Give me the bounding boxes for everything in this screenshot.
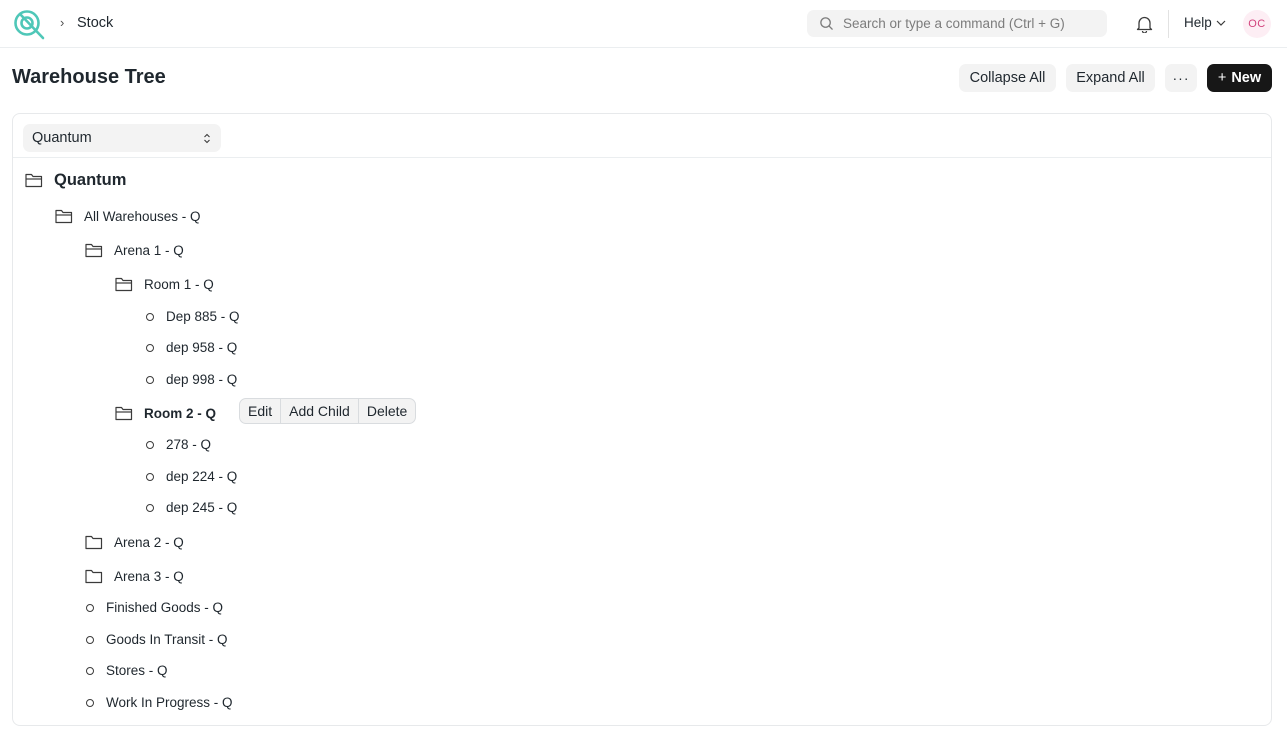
tree-node-room-1[interactable]: Room 1 - Q (115, 276, 225, 298)
tree-node-label: Stores - Q (106, 663, 168, 678)
delete-node-button[interactable]: Delete (357, 399, 415, 423)
tree-node-label: dep 998 - Q (166, 372, 238, 387)
leaf-bullet-icon (146, 344, 154, 352)
leaf-bullet-icon (146, 473, 154, 481)
leaf-bullet-icon (146, 441, 154, 449)
tree-node-label: Work In Progress - Q (106, 695, 233, 710)
tree-node-label: 278 - Q (166, 437, 212, 452)
folder-open-icon (25, 173, 43, 188)
plus-icon: + (1217, 70, 1227, 86)
tree-node-label: Arena 1 - Q (114, 243, 184, 258)
tree-node-label: Goods In Transit - Q (106, 632, 228, 647)
leaf-bullet-icon (86, 636, 94, 644)
tree-node-arena-1[interactable]: Arena 1 - Q (85, 242, 195, 264)
search-icon (820, 17, 833, 30)
leaf-bullet-icon (146, 376, 154, 384)
notification-bell-icon[interactable] (1136, 15, 1153, 33)
add-child-button[interactable]: Add Child (280, 399, 358, 423)
tree-node-dep-885[interactable]: Dep 885 - Q (145, 309, 255, 331)
leaf-bullet-icon (86, 667, 94, 675)
tree-node-label: dep 224 - Q (166, 469, 238, 484)
tree-node-stores[interactable]: Stores - Q (85, 663, 205, 685)
tree-node-label: dep 958 - Q (166, 340, 238, 355)
tree-node-finished-goods[interactable]: Finished Goods - Q (85, 600, 245, 622)
tree-node-label: All Warehouses - Q (84, 209, 201, 224)
tree-node-label: Arena 3 - Q (114, 569, 184, 584)
tree-filter-bar: Quantum (13, 114, 1271, 158)
folder-open-icon (55, 209, 73, 224)
tree-node-work-in-progress[interactable]: Work In Progress - Q (85, 695, 255, 717)
app-logo-icon[interactable] (12, 8, 48, 40)
breadcrumb-stock[interactable]: Stock (77, 15, 113, 31)
company-select[interactable]: Quantum (23, 124, 221, 152)
avatar[interactable]: OC (1243, 10, 1271, 38)
tree-node-label: Room 1 - Q (144, 277, 214, 292)
tree-node-label: Room 2 - Q (144, 406, 217, 421)
folder-open-icon (115, 406, 133, 421)
more-actions-button[interactable]: ··· (1165, 64, 1197, 92)
edit-node-button[interactable]: Edit (240, 399, 280, 423)
search-bar[interactable] (807, 10, 1107, 37)
new-button[interactable]: + New (1207, 64, 1272, 92)
tree-node-dep-958[interactable]: dep 958 - Q (145, 340, 255, 362)
navbar: › Stock Help OC (0, 0, 1287, 48)
company-select-value: Quantum (32, 130, 92, 146)
folder-open-icon (85, 243, 103, 258)
leaf-bullet-icon (86, 604, 94, 612)
tree-node-room-2[interactable]: Room 2 - Q (115, 405, 225, 427)
page-title: Warehouse Tree (12, 66, 166, 88)
leaf-bullet-icon (146, 313, 154, 321)
folder-closed-icon (85, 535, 103, 550)
collapse-all-button[interactable]: Collapse All (959, 64, 1056, 92)
tree-node-label: dep 245 - Q (166, 500, 238, 515)
expand-all-button[interactable]: Expand All (1066, 64, 1155, 92)
node-action-group: Edit Add Child Delete (239, 398, 417, 424)
tree-node-label: Finished Goods - Q (106, 600, 224, 615)
help-menu[interactable]: Help (1184, 15, 1212, 30)
tree-node-quantum[interactable]: Quantum (25, 171, 145, 194)
tree-node-arena-2[interactable]: Arena 2 - Q (85, 534, 195, 556)
chevron-down-icon[interactable] (1216, 19, 1226, 27)
search-input[interactable] (843, 10, 1101, 37)
folder-open-icon (115, 277, 133, 292)
new-button-label: New (1231, 70, 1262, 86)
select-arrows-icon (204, 133, 210, 144)
tree-node-dep-245[interactable]: dep 245 - Q (145, 500, 255, 522)
tree-node-label: Dep 885 - Q (166, 309, 240, 324)
tree-node-dep-998[interactable]: dep 998 - Q (145, 372, 255, 394)
leaf-bullet-icon (146, 504, 154, 512)
tree-node-all-warehouses[interactable]: All Warehouses - Q (55, 208, 215, 230)
leaf-bullet-icon (86, 699, 94, 707)
folder-closed-icon (85, 569, 103, 584)
tree-node-label: Quantum (54, 171, 127, 189)
tree-node-dep-224[interactable]: dep 224 - Q (145, 469, 255, 491)
tree-node-278[interactable]: 278 - Q (145, 437, 255, 459)
breadcrumb-chevron-icon: › (60, 15, 65, 30)
tree-node-arena-3[interactable]: Arena 3 - Q (85, 568, 195, 590)
tree-node-label: Arena 2 - Q (114, 535, 184, 550)
tree-node-goods-in-transit[interactable]: Goods In Transit - Q (85, 632, 245, 654)
navbar-divider (1168, 10, 1169, 38)
